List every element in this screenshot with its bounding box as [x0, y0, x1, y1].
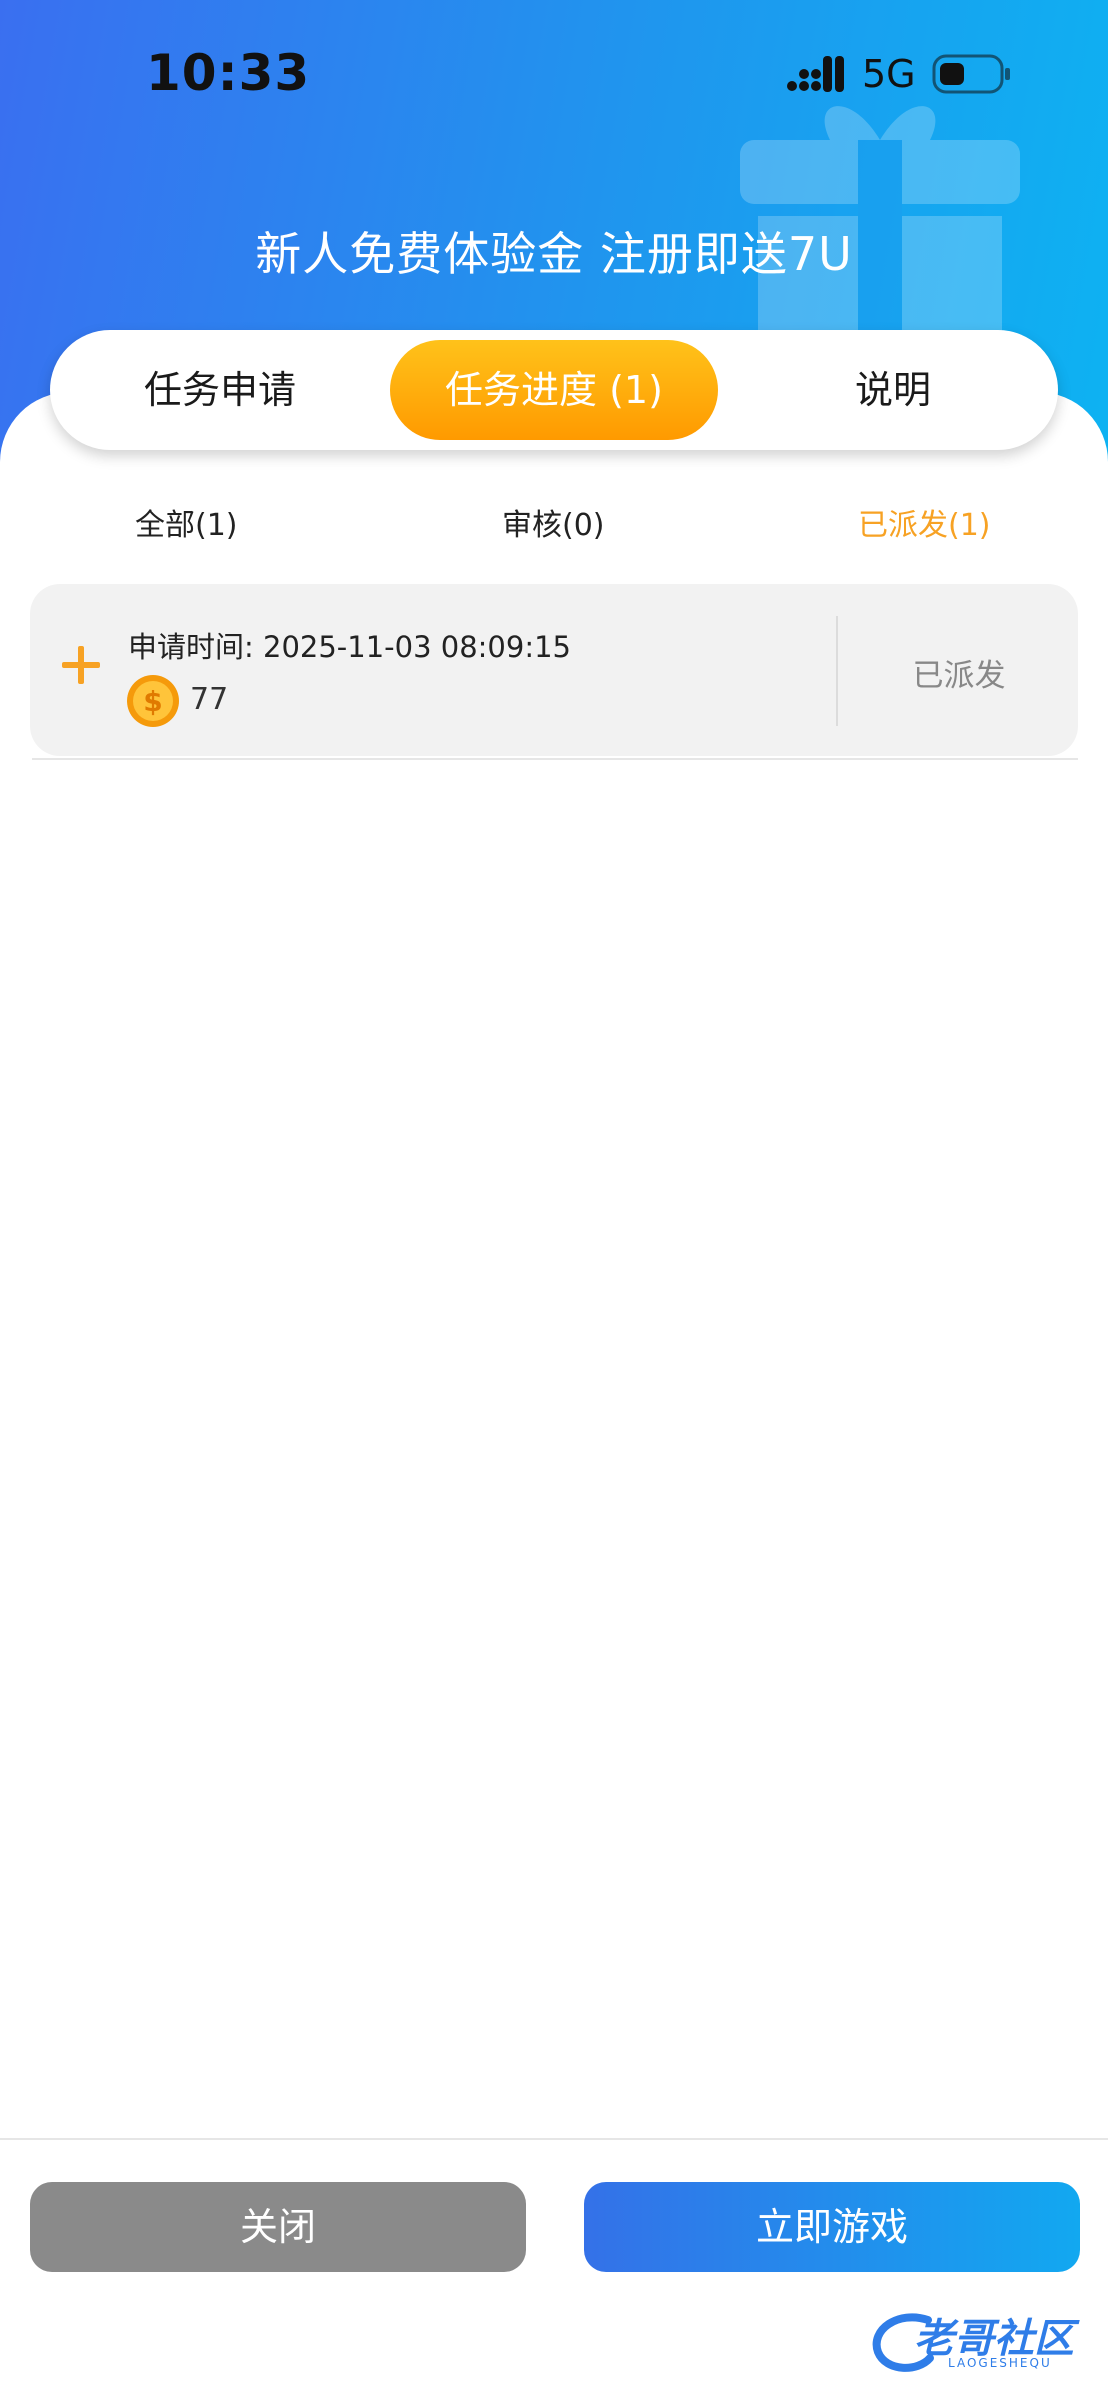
plus-icon[interactable]: [58, 642, 104, 688]
bottom-divider: [0, 2138, 1108, 2140]
watermark-subtext: LAOGESHEQU: [948, 2356, 1052, 2370]
filter-review[interactable]: 审核(0): [502, 500, 605, 544]
list-divider: [32, 758, 1078, 760]
apply-time: 申请时间: 2025-11-03 08:09:15: [128, 630, 571, 664]
signal-icon: [787, 56, 844, 92]
watermark-logo: 老哥社区 LAOGESHEQU: [868, 2300, 1098, 2380]
tab-description[interactable]: 说明: [768, 340, 1018, 440]
close-button[interactable]: 关闭: [30, 2182, 526, 2272]
filter-row: 全部(1) 审核(0) 已派发(1): [0, 500, 1108, 550]
filter-dispatched[interactable]: 已派发(1): [858, 500, 991, 544]
tab-task-progress[interactable]: 任务进度 (1): [390, 340, 718, 440]
status-bar: 10:33 5G: [0, 0, 1108, 150]
battery-icon: [932, 54, 1010, 94]
amount-value: 77: [190, 682, 229, 717]
status-badge: 已派发: [912, 658, 1006, 694]
filter-all[interactable]: 全部(1): [135, 500, 238, 544]
network-label: 5G: [862, 52, 916, 96]
status-time: 10:33: [146, 44, 311, 102]
record-card[interactable]: 申请时间: 2025-11-03 08:09:15 $ 77 已派发: [30, 584, 1078, 756]
tab-task-apply[interactable]: 任务申请: [100, 340, 340, 440]
coin-icon: $: [127, 675, 179, 727]
banner-title: 新人免费体验金 注册即送7U: [255, 227, 853, 281]
play-now-button[interactable]: 立即游戏: [584, 2182, 1080, 2272]
card-divider: [836, 616, 838, 726]
tab-bar: 任务申请 任务进度 (1) 说明: [50, 330, 1058, 450]
svg-text:$: $: [143, 685, 162, 718]
